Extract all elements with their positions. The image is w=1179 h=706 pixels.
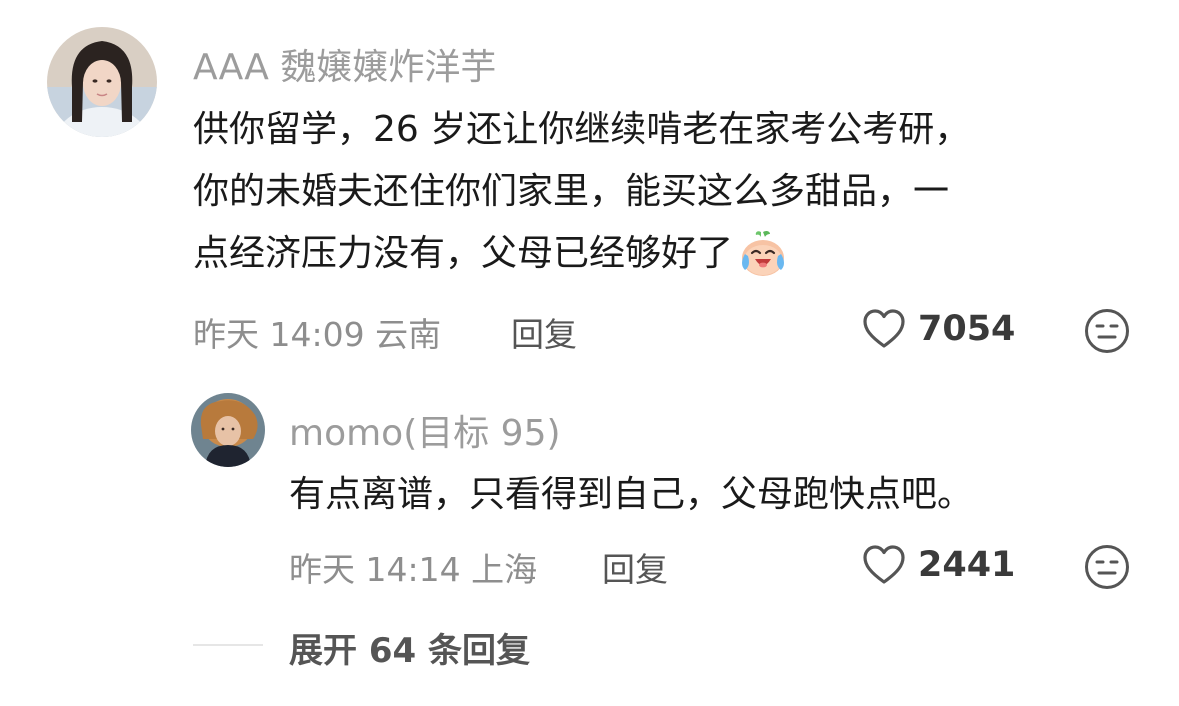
comment-avatar[interactable] xyxy=(47,27,157,137)
comment-text-line-content: 点经济压力没有，父母已经够好了 xyxy=(193,233,734,274)
expand-replies-button[interactable]: 展开 64 条回复 xyxy=(289,623,530,672)
reply-text: 有点离谱，只看得到自己，父母跑快点吧。 xyxy=(289,474,974,515)
comment-time-location: 昨天 14:09 云南 xyxy=(193,315,442,354)
meh-face-icon[interactable] xyxy=(1084,544,1130,590)
comment-username[interactable]: AAA 魏嬢嬢炸洋芋 xyxy=(193,38,496,90)
reply-like-button[interactable]: 2441 xyxy=(860,541,1015,589)
comment-text-line: 点经济压力没有，父母已经够好了 xyxy=(193,223,970,285)
reply-username[interactable]: momo(目标 95) xyxy=(289,404,561,456)
comment-text-line: 供你留学，26 岁还让你继续啃老在家考公考研， xyxy=(193,109,971,150)
reply-like-count: 2441 xyxy=(918,545,1016,585)
comment-like-button[interactable]: 7054 xyxy=(860,305,1015,353)
heart-outline-icon xyxy=(860,541,908,589)
reply-avatar[interactable] xyxy=(191,393,265,467)
expand-divider xyxy=(193,644,263,646)
meh-face-icon[interactable] xyxy=(1084,308,1130,354)
heart-outline-icon xyxy=(860,305,908,353)
reply-reply-button[interactable]: 回复 xyxy=(602,543,668,591)
comment-reply-button[interactable]: 回复 xyxy=(511,308,577,356)
reply-time-location: 昨天 14:14 上海 xyxy=(289,550,538,589)
comment-text-line: 你的未婚夫还住你们家里，能买这么多甜品，一 xyxy=(193,171,950,212)
comment-like-count: 7054 xyxy=(918,309,1016,349)
comment-text: 供你留学，26 岁还让你继续啃老在家考公考研， 你的未婚夫还住你们家里，能买这么… xyxy=(193,99,970,285)
crying-laugh-emoji-icon xyxy=(737,228,789,280)
